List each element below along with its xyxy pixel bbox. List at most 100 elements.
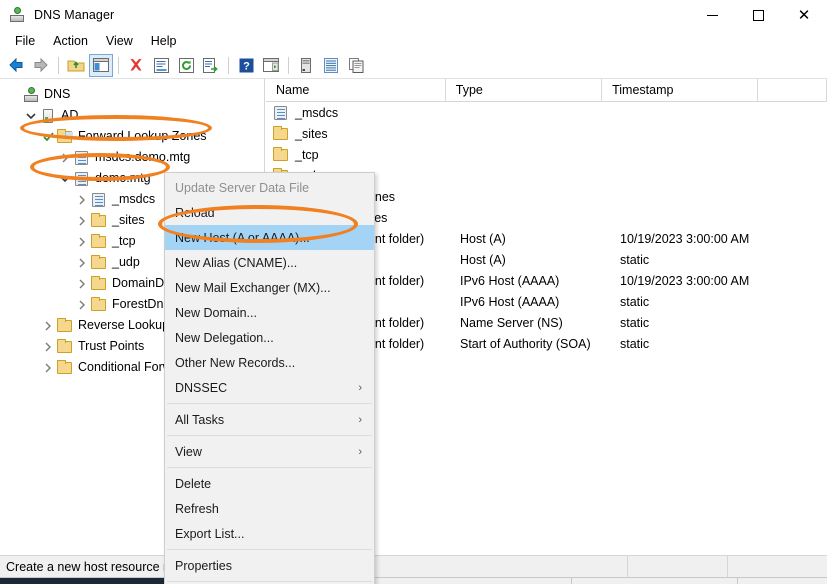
show-hide-action-pane-icon[interactable] [259,54,283,77]
chevron-right-icon[interactable] [74,192,90,208]
menu-item-other-new-records[interactable]: Other New Records... [165,350,374,375]
maximize-icon [753,10,764,21]
dns-manager-icon [10,7,26,23]
window-controls: ✕ [689,0,827,30]
minimize-icon [707,15,718,16]
chevron-right-icon[interactable] [57,150,73,166]
chevron-right-icon[interactable] [74,276,90,292]
title-bar: DNS Manager ✕ [0,0,827,30]
chevron-right-icon[interactable] [40,318,56,334]
tree-node-label: Trust Points [78,340,144,353]
chevron-right-icon[interactable] [74,297,90,313]
submenu-arrow-icon: › [358,382,362,394]
menu-item-dnssec[interactable]: DNSSEC› [165,375,374,400]
menu-item-view[interactable]: View › [165,439,374,464]
tree-node-msdcs-demo-mtg[interactable]: msdcs.demo.mtg [0,147,264,168]
menu-item-reload[interactable]: Reload [165,200,374,225]
svg-text:?: ? [243,60,250,72]
chevron-right-icon[interactable] [74,213,90,229]
column-header-timestamp[interactable]: Timestamp [602,79,758,101]
column-header-name[interactable]: Name [266,79,446,101]
folder-icon [90,276,108,292]
menu-item-new-alias-cname[interactable]: New Alias (CNAME)... [165,250,374,275]
properties-icon[interactable] [149,54,173,77]
menu-item-export-list[interactable]: Export List... [165,521,374,546]
delete-icon[interactable] [124,54,148,77]
menu-item-refresh[interactable]: Refresh [165,496,374,521]
forward-icon[interactable] [29,54,53,77]
up-one-level-icon[interactable] [64,54,88,77]
list-icon[interactable] [319,54,343,77]
back-icon[interactable] [4,54,28,77]
menu-separator [167,403,372,404]
close-button[interactable]: ✕ [781,0,827,30]
menu-item-delete[interactable]: Delete [165,471,374,496]
minimize-button[interactable] [689,0,735,30]
chevron-down-icon[interactable] [57,171,73,187]
column-header-blank[interactable] [758,79,827,101]
menu-item-new-domain[interactable]: New Domain... [165,300,374,325]
menu-item-label: Update Server Data File [175,181,309,195]
menu-file[interactable]: File [6,32,44,50]
menu-item-all-tasks[interactable]: All Tasks› [165,407,374,432]
toolbar: ? [0,52,827,79]
folder-icon [90,255,108,271]
menu-item-label: View [175,445,202,459]
taskbar-active-item [0,578,165,584]
menu-help[interactable]: Help [142,32,186,50]
tree-node-ad[interactable]: AD [0,105,264,126]
column-header-label: Timestamp [612,83,673,97]
tree-node-label: msdcs.demo.mtg [95,151,190,164]
cell-name-text: _sites [295,127,328,141]
menu-item-new-delegation[interactable]: New Delegation... [165,325,374,350]
cell-timestamp: 10/19/2023 3:00:00 AM [610,274,770,288]
close-icon: ✕ [798,8,811,23]
folder-icon [272,126,292,142]
status-segment [627,556,727,578]
chevron-right-icon[interactable] [40,339,56,355]
cell-timestamp: static [610,337,770,351]
chevron-right-icon[interactable] [74,234,90,250]
table-row[interactable]: _tcp [266,144,827,165]
tree-node-label: _tcp [112,235,136,248]
maximize-button[interactable] [735,0,781,30]
menu-view[interactable]: View [97,32,142,50]
menu-separator [167,549,372,550]
copy-icon[interactable] [344,54,368,77]
check-icon[interactable] [40,129,56,145]
status-segment [727,556,827,578]
tree-node-dns[interactable]: DNS [0,84,264,105]
cell-timestamp: static [610,295,770,309]
menu-separator [167,467,372,468]
column-header-type[interactable]: Type⌃ [446,79,602,101]
menu-separator [167,435,372,436]
submenu-arrow-icon: › [358,446,362,458]
refresh-icon[interactable] [174,54,198,77]
table-row[interactable]: _sites [266,123,827,144]
menu-item-new-mail-exchanger-mx[interactable]: New Mail Exchanger (MX)... [165,275,374,300]
dns-manager-window: DNS Manager ✕ File Action View Help [0,0,827,584]
chevron-right-icon[interactable] [74,255,90,271]
zone-icon [73,171,91,187]
chevron-right-icon[interactable] [40,360,56,376]
help-icon[interactable]: ? [234,54,258,77]
cell-name: _sites [266,126,450,142]
menu-item-new-host-a-or-aaaa[interactable]: New Host (A or AAAA)... [165,225,374,250]
menu-item-label: Properties [175,559,232,573]
export-list-icon[interactable] [199,54,223,77]
table-row[interactable]: _msdcs [266,102,827,123]
show-hide-console-tree-icon[interactable] [89,54,113,77]
cell-type: Start of Authority (SOA) [450,337,610,351]
tree-node-label: AD [61,109,78,122]
chevron-down-icon[interactable] [23,108,39,124]
toolbar-separator [228,57,229,74]
tree-node-forward-lookup-zones[interactable]: Forward Lookup Zones [0,126,264,147]
taskbar [0,577,827,584]
menu-item-label: New Alias (CNAME)... [175,256,297,270]
server-icon[interactable] [294,54,318,77]
menu-action[interactable]: Action [44,32,97,50]
tree-node-label: Forward Lookup Zones [78,130,207,143]
context-menu[interactable]: Update Server Data File ReloadNew Host (A… [164,172,375,584]
menu-item-properties[interactable]: Properties [165,553,374,578]
zone-icon [90,192,108,208]
